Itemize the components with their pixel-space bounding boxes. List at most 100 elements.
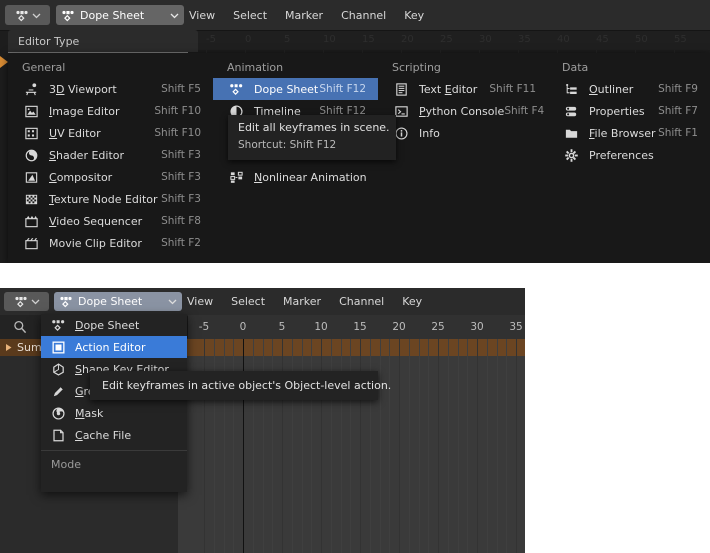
editor-type-value: Dope Sheet bbox=[78, 295, 143, 308]
editor-type-item-movie-clip-editor[interactable]: Movie Clip Editor Shift F2 bbox=[8, 232, 213, 254]
search-input[interactable] bbox=[0, 315, 40, 339]
mode-dropdown-menu: Dope Sheet Action Editor Shape Key Editor G… bbox=[41, 314, 187, 492]
file-browser-icon bbox=[562, 125, 580, 141]
mode-item-cache-file[interactable]: Cache File bbox=[41, 424, 187, 446]
tooltip-description: Edit all keyframes in scene. bbox=[238, 121, 390, 134]
editor-type-item-info[interactable]: Info bbox=[378, 122, 548, 144]
mode-item-dope-sheet[interactable]: Dope Sheet bbox=[41, 314, 187, 336]
top-screenshot-panel: -5051015202530354045505560 bbox=[0, 0, 710, 263]
menu-view[interactable]: View bbox=[180, 9, 224, 22]
preferences-icon bbox=[562, 147, 580, 163]
mode-item-action-editor[interactable]: Action Editor bbox=[41, 336, 187, 358]
editor-type-item-dope-sheet[interactable]: Dope Sheet Shift F12 bbox=[213, 78, 378, 100]
editor-type-item-outliner[interactable]: Outliner Shift F9 bbox=[548, 78, 710, 100]
menu-channel[interactable]: Channel bbox=[330, 295, 393, 308]
top-tooltip: Edit all keyframes in scene. Shortcut: S… bbox=[228, 115, 396, 160]
mode-item-mask[interactable]: Mask bbox=[41, 402, 187, 424]
menu-marker[interactable]: Marker bbox=[274, 295, 330, 308]
menu-select[interactable]: Select bbox=[222, 295, 274, 308]
grid-line-minor bbox=[447, 339, 449, 553]
editor-type-item-shader-editor[interactable]: Shader Editor Shift F3 bbox=[8, 144, 213, 166]
dimmed-timeline-ruler: -5051015202530354045505560 bbox=[180, 30, 710, 50]
editor-type-item-properties[interactable]: Properties Shift F7 bbox=[548, 100, 710, 122]
mode-item-label: Dope Sheet bbox=[75, 318, 140, 332]
editor-type-item-shortcut: Shift F7 bbox=[658, 105, 698, 117]
editor-type-item-video-sequencer[interactable]: Video Sequencer Shift F8 bbox=[8, 210, 213, 232]
menu-view[interactable]: View bbox=[178, 295, 222, 308]
compositor-icon bbox=[22, 169, 40, 185]
dope-sheet-icon bbox=[14, 295, 28, 308]
dope-sheet-icon bbox=[227, 81, 245, 97]
nla-icon bbox=[227, 169, 245, 185]
editor-type-item-label: Movie Clip Editor bbox=[49, 236, 142, 250]
editor-type-item-shortcut: Shift F3 bbox=[161, 149, 201, 161]
editor-type-item-label: Info bbox=[419, 126, 440, 140]
editor-type-item-uv-editor[interactable]: UV Editor Shift F10 bbox=[8, 122, 213, 144]
editor-type-item-label: UV Editor bbox=[49, 126, 101, 140]
ruler-tick: 35 bbox=[509, 321, 523, 333]
dimmed-ruler-tick: 45 bbox=[596, 34, 609, 45]
mask-icon bbox=[49, 405, 67, 421]
editor-type-item-texture-node-editor[interactable]: Texture Node Editor Shift F3 bbox=[8, 188, 213, 210]
menu-key[interactable]: Key bbox=[393, 295, 431, 308]
mode-item-label: Mask bbox=[75, 406, 104, 420]
menu-channel[interactable]: Channel bbox=[332, 9, 395, 22]
menu-marker[interactable]: Marker bbox=[276, 9, 332, 22]
editor-type-item-file-browser[interactable]: File Browser Shift F1 bbox=[548, 122, 710, 144]
popup-column-title: General bbox=[22, 61, 66, 74]
shape-key-icon bbox=[49, 361, 67, 377]
grease-pencil-icon bbox=[49, 383, 67, 399]
video-sequencer-icon bbox=[22, 213, 40, 229]
editor-type-combo[interactable]: Dope Sheet bbox=[56, 5, 184, 25]
editor-type-item-label: File Browser bbox=[589, 126, 656, 140]
editor-type-button[interactable] bbox=[5, 5, 50, 25]
editor-type-item-preferences[interactable]: Preferences bbox=[548, 144, 710, 166]
menu-select[interactable]: Select bbox=[224, 9, 276, 22]
dope-sheet-icon bbox=[49, 317, 67, 333]
editor-type-item-image-editor[interactable]: Image Editor Shift F10 bbox=[8, 100, 213, 122]
grid-line-minor bbox=[379, 339, 381, 553]
dope-sheet-icon bbox=[59, 295, 73, 308]
image-editor-icon bbox=[22, 103, 40, 119]
editor-type-item-shortcut: Shift F2 bbox=[161, 237, 201, 249]
mode-item-label: Cache File bbox=[75, 428, 132, 442]
grid-line-minor bbox=[496, 339, 498, 553]
dimmed-ruler-tick: 25 bbox=[440, 34, 453, 45]
editor-type-item-label: Compositor bbox=[49, 170, 113, 184]
grid-line-minor bbox=[418, 339, 420, 553]
editor-type-item-compositor[interactable]: Compositor Shift F3 bbox=[8, 166, 213, 188]
expand-triangle-icon[interactable] bbox=[4, 343, 13, 352]
editor-type-item-text-editor[interactable]: Text Editor Shift F11 bbox=[378, 78, 548, 100]
popup-column-title: Scripting bbox=[392, 61, 441, 74]
editor-type-item-3d-viewport[interactable]: 3D Viewport Shift F5 bbox=[8, 78, 213, 100]
editor-type-item-python-console[interactable]: Python Console Shift F4 bbox=[378, 100, 548, 122]
editor-type-item-nonlinear-animation[interactable]: Nonlinear Animation bbox=[213, 166, 378, 188]
dimmed-ruler-tick: 0 bbox=[245, 34, 252, 45]
ruler-tick: 25 bbox=[431, 321, 445, 333]
menu-key[interactable]: Key bbox=[395, 9, 433, 22]
editor-type-combo[interactable]: Dope Sheet bbox=[54, 292, 182, 311]
ruler-tick: 5 bbox=[278, 321, 286, 333]
dimmed-ruler-tick: 15 bbox=[362, 34, 375, 45]
top-menu-bar[interactable]: View Select Marker Channel Key bbox=[180, 5, 433, 25]
ruler-tick: 10 bbox=[314, 321, 328, 333]
timeline-ruler[interactable]: -5 0 5 10 15 20 25 30 35 bbox=[178, 315, 525, 340]
dimmed-ruler-tick: 5 bbox=[284, 34, 291, 45]
chevron-down-icon bbox=[168, 298, 177, 305]
editor-type-button[interactable] bbox=[4, 292, 49, 311]
dimmed-ruler-tick: 30 bbox=[479, 34, 492, 45]
dimmed-ruler-tick: 20 bbox=[401, 34, 414, 45]
editor-type-item-label: Image Editor bbox=[49, 104, 120, 118]
grid-line-minor bbox=[467, 339, 469, 553]
bottom-tooltip: Edit keyframes in active object's Object… bbox=[90, 371, 391, 400]
editor-type-item-shortcut: Shift F3 bbox=[161, 193, 201, 205]
dimmed-ruler-tick: 55 bbox=[674, 34, 687, 45]
bottom-menu-bar[interactable]: View Select Marker Channel Key bbox=[178, 292, 431, 311]
editor-type-item-shortcut: Shift F11 bbox=[489, 83, 536, 95]
text-editor-icon bbox=[392, 81, 410, 97]
editor-type-item-label: Shader Editor bbox=[49, 148, 125, 162]
bottom-header-bar: Dope Sheet View Select Marker Channel Key bbox=[0, 288, 525, 316]
popup-column-title: Animation bbox=[227, 61, 284, 74]
editor-type-item-shortcut: Shift F1 bbox=[658, 127, 698, 139]
dope-sheet-icon bbox=[15, 9, 29, 22]
